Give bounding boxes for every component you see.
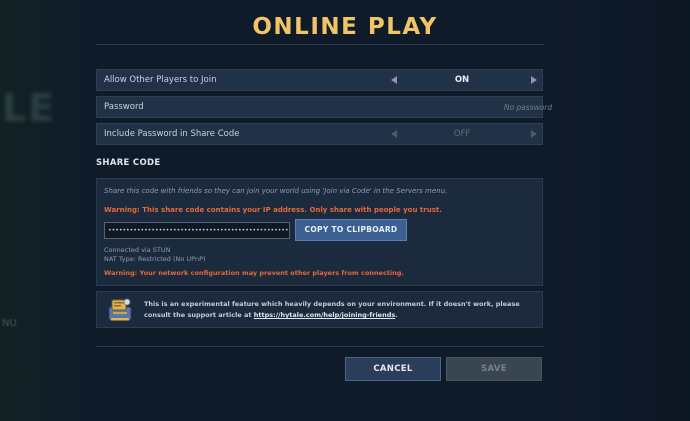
- setting-include-password[interactable]: Include Password in Share Code OFF: [96, 123, 543, 145]
- copy-to-clipboard-button[interactable]: COPY TO CLIPBOARD: [295, 219, 407, 241]
- background-blurred-text: LE: [2, 86, 57, 130]
- share-code-description: Share this code with friends so they can…: [104, 187, 448, 195]
- setting-password[interactable]: Password No password: [96, 96, 552, 118]
- cancel-button[interactable]: CANCEL: [345, 357, 441, 381]
- background-right-shade: [550, 0, 690, 421]
- title-divider: [96, 44, 544, 45]
- setting-label: Allow Other Players to Join: [104, 75, 217, 85]
- share-code-panel: Share this code with friends so they can…: [96, 178, 543, 286]
- share-code-field[interactable]: ••••••••••••••••••••••••••••••••••••••••…: [104, 222, 290, 239]
- setting-allow-join[interactable]: Allow Other Players to Join ON: [96, 69, 543, 91]
- share-code-heading: SHARE CODE: [96, 158, 161, 168]
- nat-type: NAT Type: Restricted (No UPnP): [104, 255, 206, 263]
- experimental-info-text: This is an experimental feature which he…: [144, 299, 534, 321]
- support-article-link[interactable]: https://hytale.com/help/joining-friends: [254, 311, 396, 319]
- setting-label: Include Password in Share Code: [104, 129, 240, 139]
- ip-warning: Warning: This share code contains your I…: [104, 206, 442, 214]
- page-title: ONLINE PLAY: [252, 14, 438, 40]
- footer-divider: [96, 346, 544, 347]
- save-button[interactable]: SAVE: [446, 357, 542, 381]
- setting-label: Password: [104, 102, 144, 112]
- password-input[interactable]: No password: [397, 103, 659, 112]
- setting-value: ON: [454, 75, 470, 85]
- setting-value: OFF: [453, 129, 471, 139]
- experimental-info-panel: This is an experimental feature which he…: [96, 291, 543, 328]
- background-blurred-menu-text: NU: [2, 318, 17, 329]
- connection-status: Connected via STUN: [104, 246, 171, 254]
- arrow-right-icon[interactable]: [531, 130, 537, 138]
- background-left-glow: [0, 0, 90, 421]
- info-text-end: .: [395, 311, 398, 319]
- network-warning: Warning: Your network configuration may …: [104, 269, 404, 277]
- scroll-book-icon: [108, 298, 132, 321]
- arrow-right-icon[interactable]: [531, 76, 537, 84]
